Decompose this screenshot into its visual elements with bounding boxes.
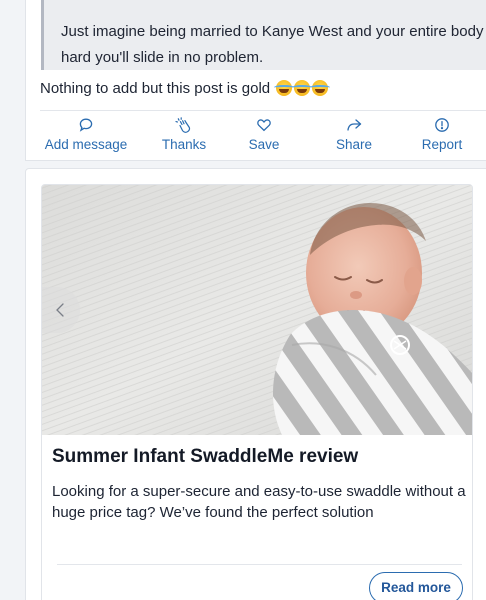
article-image[interactable]	[42, 185, 472, 435]
add-message-button[interactable]: Add message	[41, 117, 131, 152]
save-label: Save	[248, 137, 280, 152]
quote-line-2: hard you'll slide in no problem.	[61, 49, 264, 66]
report-label: Report	[421, 137, 463, 152]
face-with-tears-of-joy-icon	[310, 80, 331, 96]
post-message: Nothing to add but this post is gold	[40, 80, 331, 97]
post-card: Just imagine being married to Kanye West…	[25, 0, 486, 161]
share-button[interactable]: Share	[309, 117, 399, 152]
thanks-label: Thanks	[161, 137, 207, 152]
thanks-button[interactable]: Thanks	[139, 117, 229, 152]
quote-block: Just imagine being married to Kanye West…	[41, 0, 486, 70]
heart-icon	[219, 117, 309, 135]
report-button[interactable]: Report	[397, 117, 486, 152]
save-button[interactable]: Save	[219, 117, 309, 152]
add-message-label: Add message	[44, 137, 128, 152]
alert-circle-icon	[397, 117, 486, 135]
face-with-tears-of-joy-icon	[274, 80, 295, 96]
divider	[40, 110, 486, 111]
speech-bubble-icon	[41, 117, 131, 135]
share-label: Share	[335, 137, 373, 152]
post-actions: Add message Thanks Save Share Report	[26, 117, 486, 157]
article-title[interactable]: Summer Infant SwaddleMe review	[52, 446, 358, 468]
read-more-button[interactable]: Read more	[369, 572, 463, 600]
article-teaser[interactable]: Summer Infant SwaddleMe review Looking f…	[41, 184, 473, 600]
face-with-tears-of-joy-icon	[292, 80, 313, 96]
article-description: Looking for a super-secure and easy-to-u…	[52, 483, 466, 521]
article-card: Summer Infant SwaddleMe review Looking f…	[25, 168, 486, 600]
clapping-hands-icon	[139, 117, 229, 135]
quote-line-1: Just imagine being married to Kanye West…	[61, 23, 486, 40]
divider	[57, 564, 462, 565]
post-message-text: Nothing to add but this post is gold	[40, 80, 271, 97]
share-arrow-icon	[309, 117, 399, 135]
